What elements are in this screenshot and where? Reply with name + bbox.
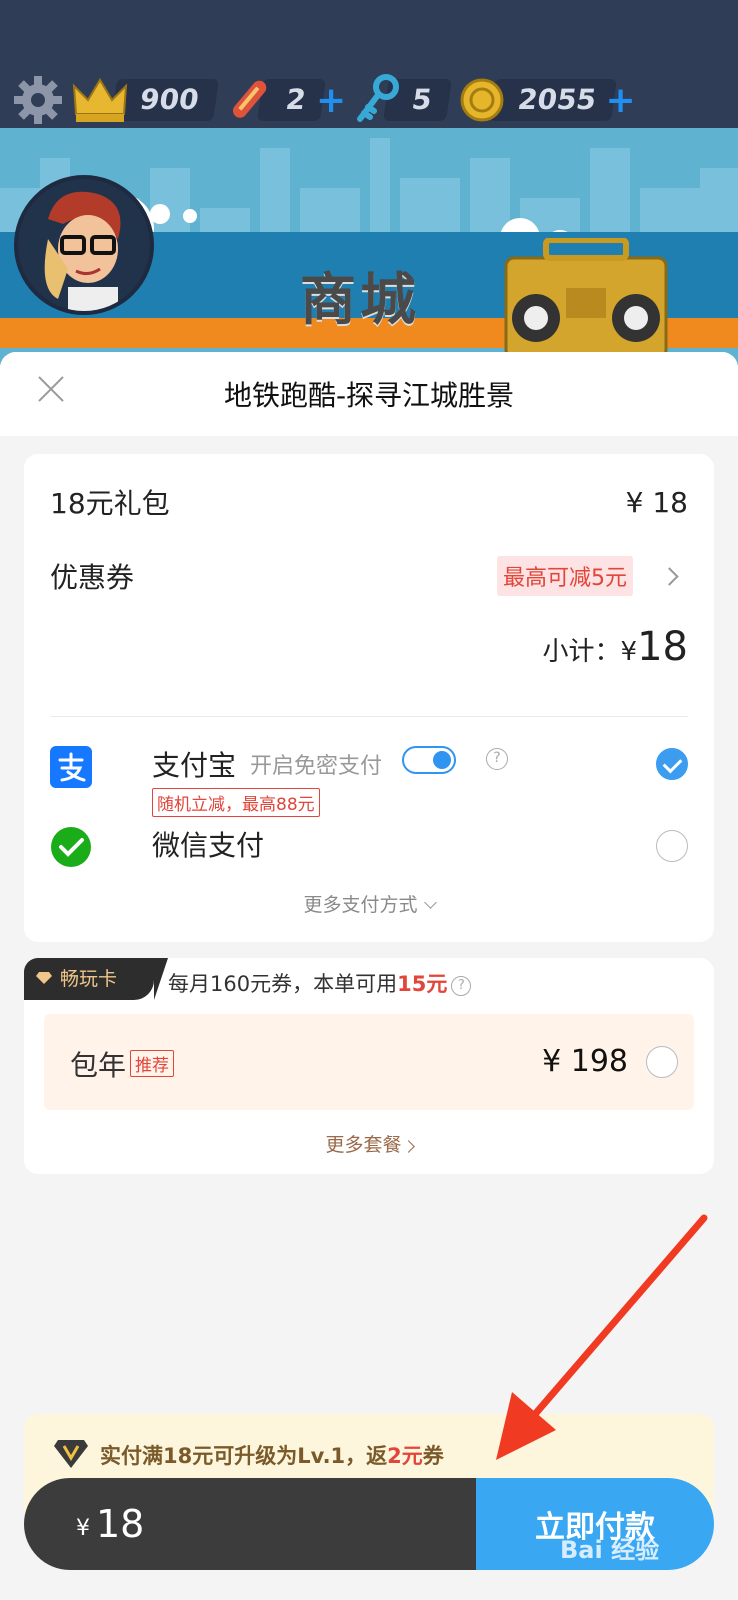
add-coins-button[interactable]: + xyxy=(606,80,636,121)
hud-keys: 5 xyxy=(352,70,453,130)
coupon-row[interactable]: 优惠券 最高可减5元 xyxy=(50,556,688,596)
upgrade-text: 实付满18元可升级为Lv.1，返2元券 xyxy=(100,1440,444,1470)
vip-badge: 畅玩卡 xyxy=(24,958,168,1000)
watermark: Bai 经验 xyxy=(560,1536,660,1564)
wechat-pay-icon xyxy=(51,827,91,867)
wechat-radio[interactable] xyxy=(656,830,688,862)
upgrade-amount: 2元 xyxy=(387,1444,423,1468)
game-background: 商城 900 2 + 5 2055 + xyxy=(0,0,738,380)
alipay-promo-tag: 随机立减，最高88元 xyxy=(152,788,320,817)
passwordless-label: 开启免密支付 xyxy=(250,754,383,779)
vip-description: 每月160元券，本单可用15元? xyxy=(168,968,472,998)
alipay-icon xyxy=(50,746,92,788)
diamond-icon xyxy=(36,972,52,984)
hud-coins: 2055 + xyxy=(456,70,636,130)
vip-badge-label: 畅玩卡 xyxy=(60,968,118,990)
currency-symbol: ¥ xyxy=(76,1515,90,1541)
more-payment-label: 更多支付方式 xyxy=(303,894,418,916)
shop-title: 商城 xyxy=(300,268,420,333)
total-amount: ¥ 18 xyxy=(24,1478,476,1570)
coupon-tag: 最高可减5元 xyxy=(497,556,633,596)
wechat-name: 微信支付 xyxy=(152,829,265,862)
hud-boards: 2 + xyxy=(222,70,346,130)
coupon-label: 优惠券 xyxy=(50,561,135,594)
more-plans-label: 更多套餐 xyxy=(325,1134,402,1156)
coin-icon xyxy=(460,78,504,122)
alipay-option[interactable]: 支付宝 开启免密支付 ? 随机立减，最高88元 xyxy=(50,736,688,817)
hoverboard-icon xyxy=(233,80,267,118)
chevron-right-icon xyxy=(660,566,679,586)
item-row: 18元礼包 ¥ 18 xyxy=(50,482,688,522)
sheet-title: 地铁跑酷-探寻江城胜景 xyxy=(223,379,515,412)
divider xyxy=(50,716,688,717)
help-icon[interactable]: ? xyxy=(486,748,508,770)
alipay-radio[interactable] xyxy=(656,748,688,780)
sheet-header: 地铁跑酷-探寻江城胜景 xyxy=(0,352,738,436)
chevron-right-icon xyxy=(401,1140,415,1153)
chevron-down-icon xyxy=(423,896,437,909)
subtotal-label: 小计：¥ xyxy=(542,637,638,667)
wechat-option[interactable]: 微信支付 xyxy=(50,816,688,886)
subtotal-value: 18 xyxy=(637,624,688,670)
more-payment-methods[interactable]: 更多支付方式 xyxy=(24,890,714,917)
order-card: 18元礼包 ¥ 18 优惠券 最高可减5元 小计：¥18 支付宝 开启免密支付 … xyxy=(24,454,714,942)
alipay-name: 支付宝 xyxy=(152,749,237,782)
item-price: ¥ 18 xyxy=(625,485,688,519)
passwordless-toggle[interactable] xyxy=(402,746,456,774)
vip-card: 畅玩卡 每月160元券，本单可用15元? 包年 推荐 ¥ 198 更多套餐 xyxy=(24,958,714,1174)
upgrade-suffix: 券 xyxy=(422,1444,444,1468)
player-avatar[interactable] xyxy=(14,175,154,315)
hud-bar: 900 2 + 5 2055 + xyxy=(0,60,738,140)
vip-desc-text: 每月160元券，本单可用 xyxy=(168,972,398,996)
subtotal: 小计：¥18 xyxy=(543,624,688,670)
upgrade-prefix: 实付满18元可升级为Lv.1，返 xyxy=(100,1444,388,1468)
boombox-icon xyxy=(504,238,668,358)
crown-icon xyxy=(72,78,128,122)
plan-name: 包年 xyxy=(70,1049,127,1082)
vip-desc-amount: 15元 xyxy=(397,972,448,996)
add-boards-button[interactable]: + xyxy=(316,80,346,121)
key-icon xyxy=(357,74,400,122)
level-badge-icon xyxy=(54,1440,88,1468)
coins-count: 2055 xyxy=(488,79,617,121)
hud-crowns: 900 xyxy=(70,70,220,130)
recommended-tag: 推荐 xyxy=(130,1050,174,1077)
plan-radio[interactable] xyxy=(646,1046,678,1078)
plan-price: ¥ 198 xyxy=(542,1044,628,1079)
annual-plan-option[interactable]: 包年 推荐 ¥ 198 xyxy=(44,1014,694,1110)
total-value: 18 xyxy=(96,1502,145,1546)
settings-gear-icon[interactable] xyxy=(12,74,64,126)
vip-help-icon[interactable]: ? xyxy=(451,976,472,996)
item-name: 18元礼包 xyxy=(50,487,170,520)
more-plans-link[interactable]: 更多套餐 xyxy=(24,1130,714,1157)
